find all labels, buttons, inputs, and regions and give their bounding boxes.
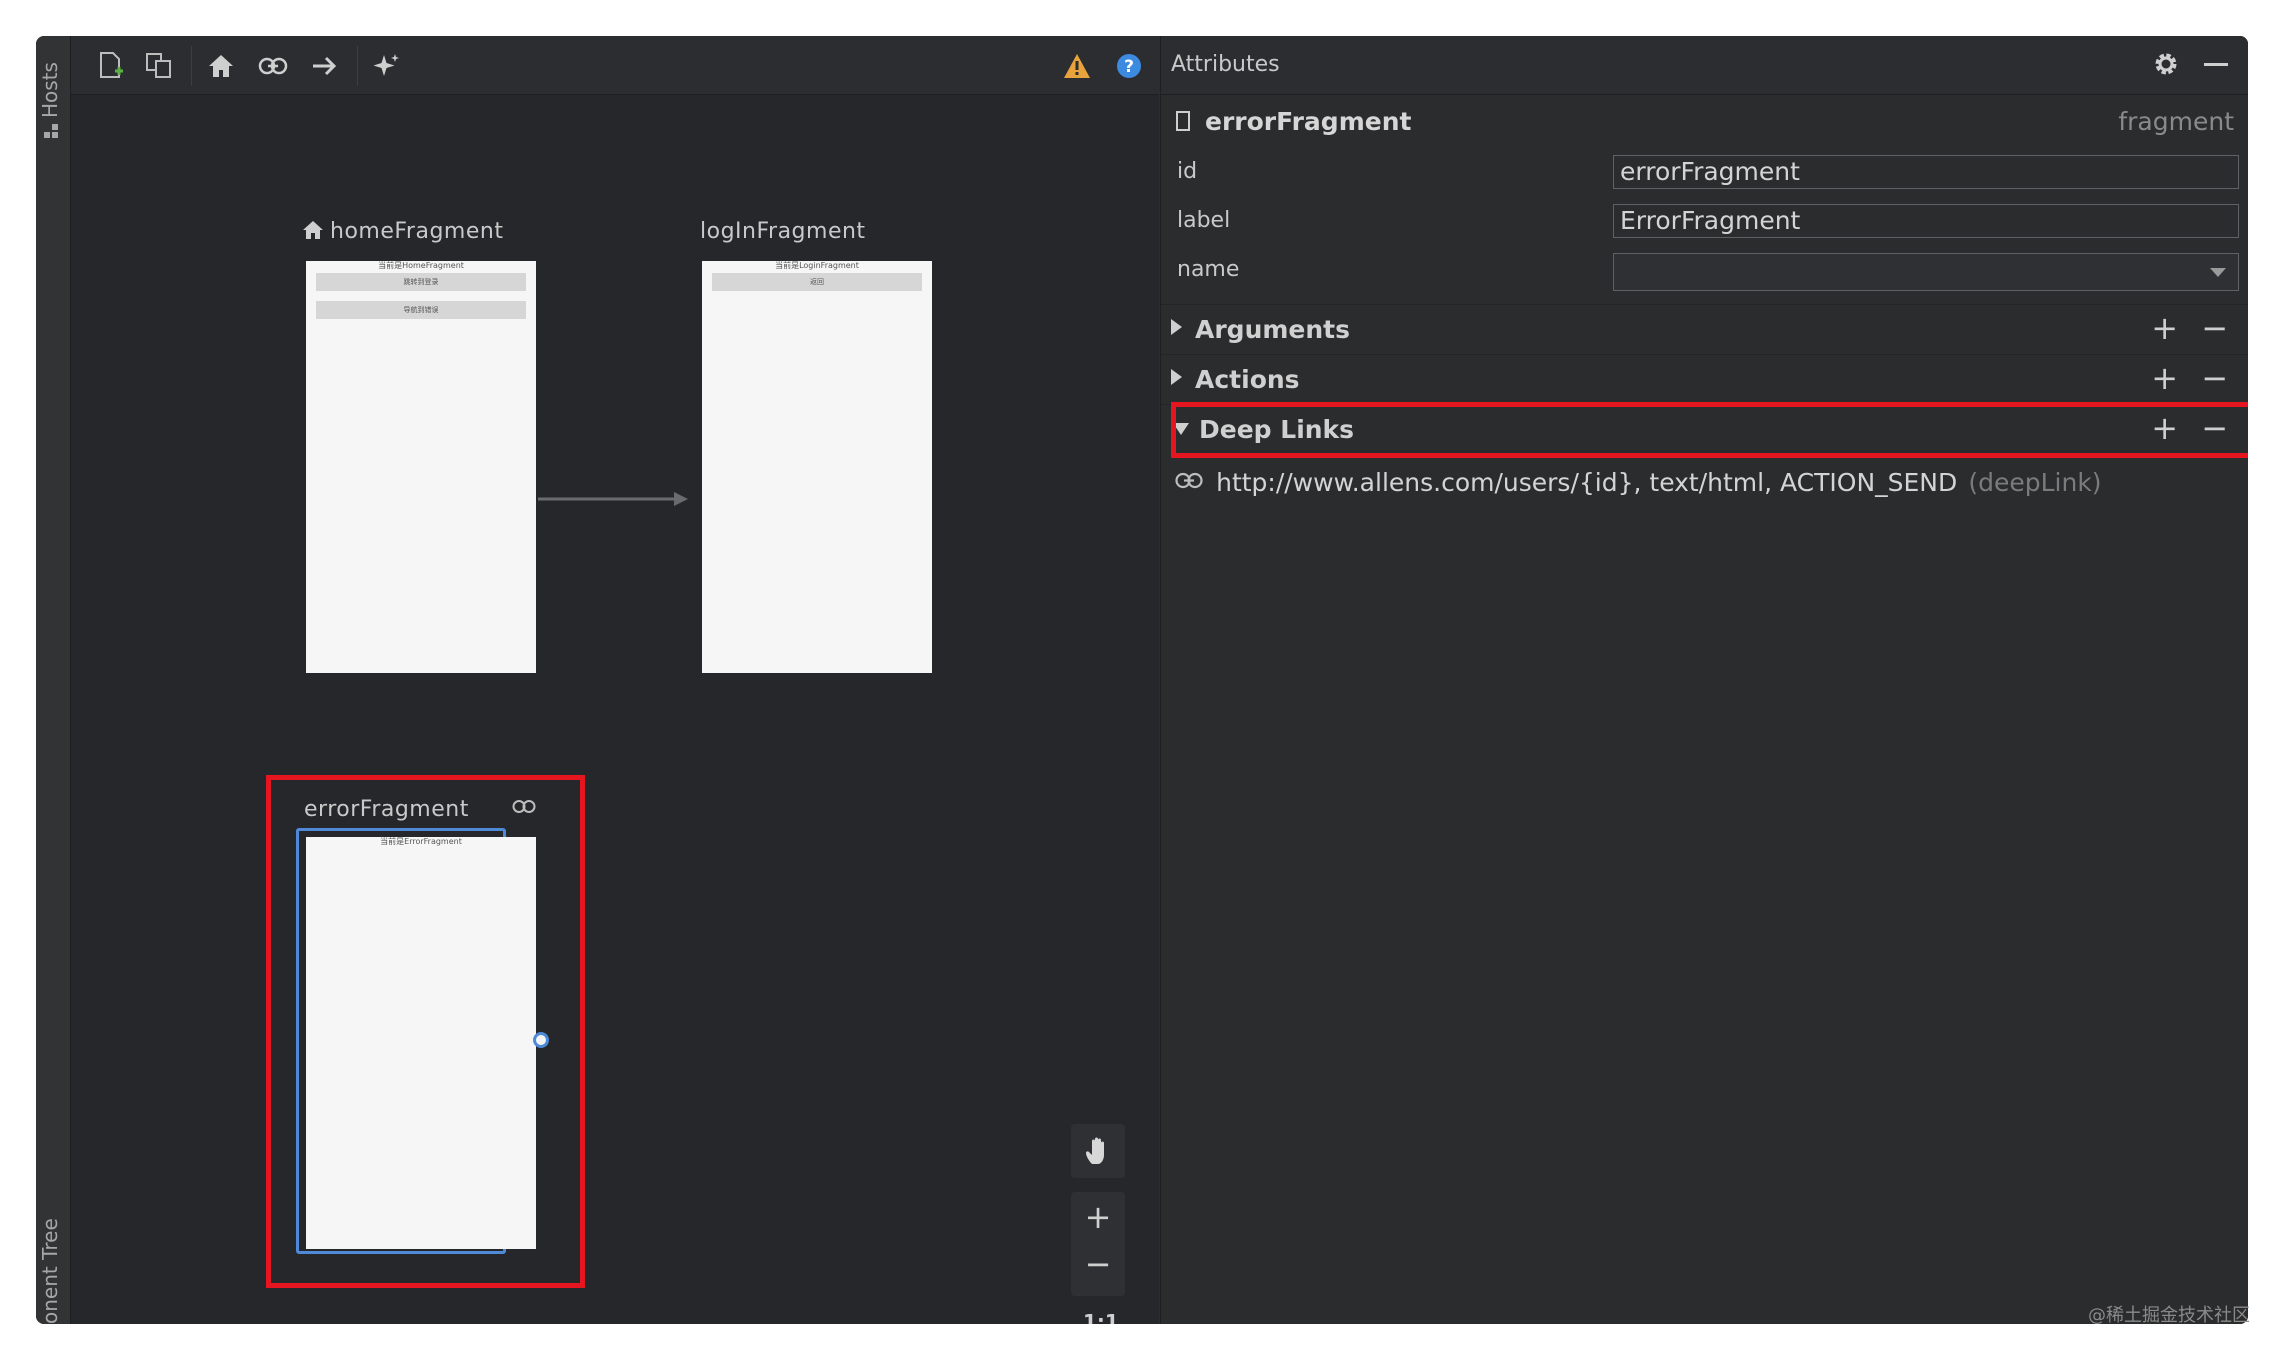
home-fragment-label[interactable]: homeFragment xyxy=(330,219,503,244)
zoom-controls: + − xyxy=(1071,1192,1125,1296)
zoom-in-button[interactable]: + xyxy=(1085,1192,1112,1242)
home-preview-button-2: 导航到错误 xyxy=(316,301,526,319)
action-arrow[interactable] xyxy=(538,489,692,513)
expand-arrow-icon xyxy=(1171,369,1182,385)
arguments-section-label: Arguments xyxy=(1195,315,1351,344)
remove-action-button[interactable]: − xyxy=(2201,359,2228,397)
actions-section[interactable]: Actions + − xyxy=(1161,354,2248,403)
add-action-button[interactable]: + xyxy=(2151,359,2178,397)
action-handle[interactable] xyxy=(533,1032,549,1048)
label-attribute-label: label xyxy=(1177,208,1231,233)
watermark: @稀土掘金技术社区 xyxy=(2088,1305,2250,1326)
warning-icon[interactable] xyxy=(1059,48,1095,84)
attributes-header: Attributes xyxy=(1161,36,2248,95)
error-fragment-preview[interactable]: 当前是ErrorFragment xyxy=(306,837,536,1249)
fragment-file-icon xyxy=(1175,110,1191,136)
arguments-section[interactable]: Arguments + − xyxy=(1161,304,2248,353)
home-icon[interactable] xyxy=(203,48,239,84)
arrow-right-icon[interactable] xyxy=(307,48,343,84)
hosts-tab[interactable]: Hosts xyxy=(38,62,62,118)
settings-gear-icon[interactable] xyxy=(2152,50,2180,82)
deep-link-item[interactable]: http://www.allens.com/users/{id}, text/h… xyxy=(1175,468,2102,504)
design-surface[interactable]: ? homeFragment 当前是HomeFragment 跳转到登录 导航到… xyxy=(71,36,1159,1324)
id-attribute-label: id xyxy=(1177,159,1198,184)
minimize-panel-icon[interactable] xyxy=(2204,63,2228,66)
remove-deep-link-button[interactable]: − xyxy=(2201,409,2228,447)
login-fragment-screen-title: 当前是LoginFragment xyxy=(775,261,859,270)
hand-icon xyxy=(1086,1137,1104,1164)
hosts-icon xyxy=(44,124,60,140)
svg-text:?: ? xyxy=(1124,57,1134,77)
login-preview-button: 返回 xyxy=(712,273,922,291)
remove-argument-button[interactable]: − xyxy=(2201,309,2228,347)
home-fragment-preview[interactable]: 当前是HomeFragment 跳转到登录 导航到错误 xyxy=(306,261,536,673)
home-fragment-screen-title: 当前是HomeFragment xyxy=(378,261,464,270)
expand-arrow-icon xyxy=(1171,319,1182,335)
side-tool-strip: Hosts onent Tree xyxy=(36,36,71,1324)
selected-element-type: fragment xyxy=(2118,107,2234,136)
actions-section-label: Actions xyxy=(1195,365,1300,394)
attributes-title: Attributes xyxy=(1171,52,1280,77)
new-nested-graph-icon[interactable] xyxy=(141,48,177,84)
login-fragment-label[interactable]: logInFragment xyxy=(700,219,866,244)
link-icon xyxy=(1175,472,1203,494)
navigation-editor-window: Hosts onent Tree ? homeFragment 当前是HomeF… xyxy=(36,36,2248,1324)
help-icon[interactable]: ? xyxy=(1111,48,1147,84)
link-icon[interactable] xyxy=(255,48,291,84)
name-attribute-label: name xyxy=(1177,257,1240,282)
name-dropdown[interactable] xyxy=(1613,253,2239,291)
error-fragment-screen-title: 当前是ErrorFragment xyxy=(380,837,462,846)
deep-link-indicator-icon xyxy=(512,799,536,819)
home-fragment-icon xyxy=(302,220,324,244)
home-preview-button-1: 跳转到登录 xyxy=(316,273,526,291)
attributes-panel: Attributes errorFragment fragment id err… xyxy=(1160,36,2248,1324)
sparkle-icon[interactable] xyxy=(369,48,405,84)
zoom-reset-button[interactable]: 1:1 xyxy=(1083,1310,1119,1324)
pan-hand-button[interactable] xyxy=(1071,1124,1125,1178)
login-fragment-preview[interactable]: 当前是LoginFragment 返回 xyxy=(702,261,932,673)
collapse-arrow-icon xyxy=(1173,423,1189,435)
design-toolbar: ? xyxy=(71,36,1159,95)
selected-element-name: errorFragment xyxy=(1205,107,1412,136)
id-field[interactable]: errorFragment xyxy=(1613,155,2239,189)
zoom-out-button[interactable]: − xyxy=(1085,1242,1112,1292)
add-argument-button[interactable]: + xyxy=(2151,309,2178,347)
deep-link-tag: (deepLink) xyxy=(1968,468,2102,497)
new-destination-icon[interactable] xyxy=(93,48,129,84)
deep-links-section-label: Deep Links xyxy=(1199,415,1355,444)
component-tree-tab[interactable]: onent Tree xyxy=(38,1218,62,1324)
deep-links-section[interactable]: Deep Links + − xyxy=(1161,404,2248,453)
chevron-down-icon xyxy=(2210,268,2226,277)
error-fragment-label[interactable]: errorFragment xyxy=(304,797,469,822)
add-deep-link-button[interactable]: + xyxy=(2151,409,2178,447)
label-field[interactable]: ErrorFragment xyxy=(1613,204,2239,238)
deep-link-uri: http://www.allens.com/users/{id}, text/h… xyxy=(1216,468,1958,497)
